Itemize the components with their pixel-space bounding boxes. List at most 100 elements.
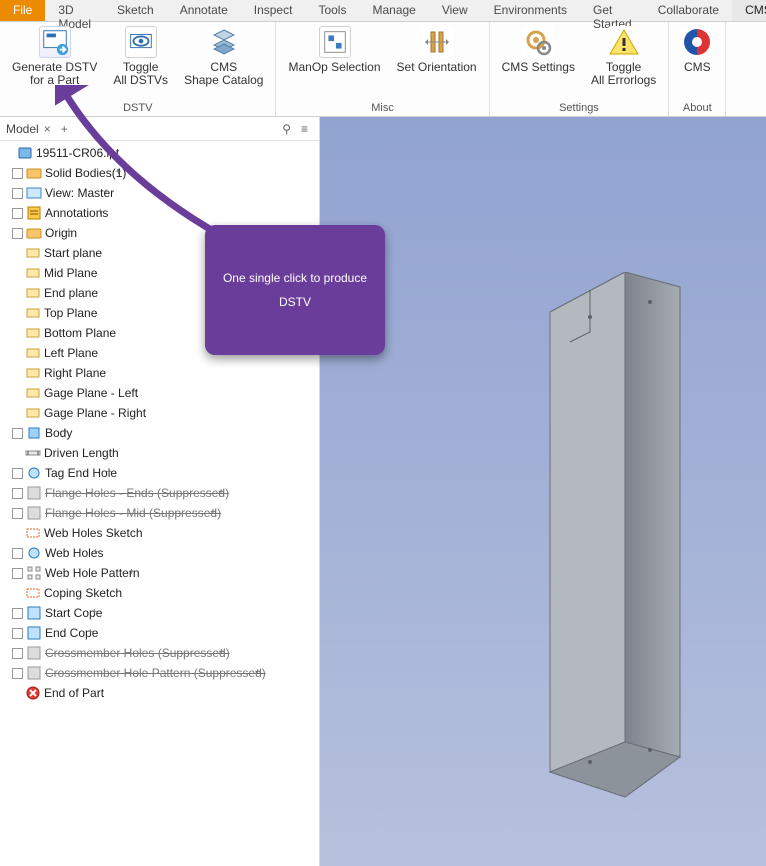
suppressed-icon xyxy=(26,505,42,521)
tree-node-label: Gage Plane - Left xyxy=(44,386,138,400)
model-browser-header: Model × + ⚲ ≡ xyxy=(0,117,319,141)
dstv-icon xyxy=(39,26,71,58)
tree-node[interactable]: Driven Length xyxy=(4,443,317,463)
cms-settings-button[interactable]: CMS Settings xyxy=(494,24,583,100)
tree-node[interactable]: Web Hole Pattern xyxy=(4,563,317,583)
search-icon[interactable]: ⚲ xyxy=(277,122,296,136)
tree-node[interactable]: Right Plane xyxy=(4,363,317,383)
tree-node-label: Driven Length xyxy=(44,446,119,460)
manop-button[interactable]: ManOp Selection xyxy=(280,24,388,100)
tree-node-label: Origin xyxy=(45,226,77,240)
ribbon-group-misc: ManOp Selection Set Orientation Misc xyxy=(276,22,489,116)
toggle-dstv-button-label2: All DSTVs xyxy=(113,74,168,87)
tree-root[interactable]: 19511-CR06.ipt xyxy=(4,143,317,163)
tree-node[interactable]: Annotations xyxy=(4,203,317,223)
annotations-icon xyxy=(26,205,42,221)
tree-node[interactable]: Flange Holes - Ends (Suppressed) xyxy=(4,483,317,503)
cms-about-button-label1: CMS xyxy=(684,61,711,74)
length-icon xyxy=(25,445,41,461)
tree-node-label: End plane xyxy=(44,286,98,300)
part-icon xyxy=(17,145,33,161)
callout-text: One single click to produce DSTV xyxy=(215,266,375,314)
tree-node-label: Flange Holes - Ends (Suppressed) xyxy=(45,486,229,500)
main-tabs: File 3D ModelSketchAnnotateInspectToolsM… xyxy=(0,0,766,22)
end-icon xyxy=(25,685,41,701)
tree-node-label: Web Holes xyxy=(45,546,103,560)
tree-node[interactable]: Web Holes Sketch xyxy=(4,523,317,543)
tree-node-label: End of Part xyxy=(44,686,104,700)
shape-catalog-icon xyxy=(208,26,240,58)
tab-tools[interactable]: Tools xyxy=(305,0,359,21)
tab-3d-model[interactable]: 3D Model xyxy=(45,0,104,21)
orient-button[interactable]: Set Orientation xyxy=(389,24,485,100)
tab-file[interactable]: File xyxy=(0,0,45,21)
tab-view[interactable]: View xyxy=(429,0,481,21)
tree-node[interactable]: View: Master xyxy=(4,183,317,203)
errorlog-button-label2: All Errorlogs xyxy=(591,74,656,87)
tree-node-label: Crossmember Hole Pattern (Suppressed) xyxy=(45,666,266,680)
tree-node[interactable]: Body xyxy=(4,423,317,443)
tree-node-label: Start plane xyxy=(44,246,102,260)
sketch-icon xyxy=(25,585,41,601)
tree-node-label: Top Plane xyxy=(44,306,97,320)
suppressed-icon xyxy=(26,645,42,661)
model-tab-close[interactable]: × xyxy=(39,122,56,136)
tree-node-label: Gage Plane - Right xyxy=(44,406,146,420)
generate-dstv-button[interactable]: Generate DSTVfor a Part xyxy=(4,24,105,100)
tree-node[interactable]: Web Holes xyxy=(4,543,317,563)
tree-node-label: View: Master xyxy=(45,186,114,200)
tree-node-label: Right Plane xyxy=(44,366,106,380)
tab-sketch[interactable]: Sketch xyxy=(104,0,167,21)
tab-inspect[interactable]: Inspect xyxy=(241,0,306,21)
tree-node[interactable]: Flange Holes - Mid (Suppressed) xyxy=(4,503,317,523)
ribbon-group-label: Misc xyxy=(280,100,484,116)
tree-node-label: Flange Holes - Mid (Suppressed) xyxy=(45,506,221,520)
ribbon-group-about: CMSAbout xyxy=(669,22,726,116)
toggle-dstv-button[interactable]: ToggleAll DSTVs xyxy=(105,24,176,100)
tree-node[interactable]: Coping Sketch xyxy=(4,583,317,603)
ribbon-group-label: Settings xyxy=(494,100,665,116)
model-browser-title: Model xyxy=(6,122,39,136)
tree-node[interactable]: Crossmember Hole Pattern (Suppressed) xyxy=(4,663,317,683)
plane-icon xyxy=(25,265,41,281)
tree-node-label: Tag End Hole xyxy=(45,466,117,480)
manop-button-label1: ManOp Selection xyxy=(288,61,380,74)
toggle-dstv-icon xyxy=(125,26,157,58)
tree-node-label: Left Plane xyxy=(44,346,98,360)
shape-catalog-button[interactable]: CMSShape Catalog xyxy=(176,24,271,100)
tab-manage[interactable]: Manage xyxy=(359,0,428,21)
tab-cms[interactable]: CMS xyxy=(732,0,766,21)
tree-node[interactable]: End Cope xyxy=(4,623,317,643)
tree-node-label: Coping Sketch xyxy=(44,586,122,600)
cms-about-button[interactable]: CMS xyxy=(673,24,721,100)
tab-get-started[interactable]: Get Started xyxy=(580,0,645,21)
tree-node[interactable]: End of Part xyxy=(4,683,317,703)
tree-node-label: Web Holes Sketch xyxy=(44,526,143,540)
plane-icon xyxy=(25,325,41,341)
filter-icon[interactable]: ≡ xyxy=(296,122,313,136)
tree-node-label: Web Hole Pattern xyxy=(45,566,140,580)
tree-node-label: Start Cope xyxy=(45,606,102,620)
orient-button-label1: Set Orientation xyxy=(397,61,477,74)
tab-annotate[interactable]: Annotate xyxy=(167,0,241,21)
tree-node-label: End Cope xyxy=(45,626,98,640)
tree-node[interactable]: Solid Bodies(1) xyxy=(4,163,317,183)
model-tab-add[interactable]: + xyxy=(56,122,73,136)
tree-node[interactable]: Gage Plane - Right xyxy=(4,403,317,423)
tree-node[interactable]: Start Cope xyxy=(4,603,317,623)
cms-icon xyxy=(681,26,713,58)
beam-model xyxy=(530,272,700,812)
errorlog-button[interactable]: ToggleAll Errorlogs xyxy=(583,24,664,100)
tree-node[interactable]: Crossmember Holes (Suppressed) xyxy=(4,643,317,663)
tab-environments[interactable]: Environments xyxy=(481,0,580,21)
tab-collaborate[interactable]: Collaborate xyxy=(645,0,732,21)
tree-node[interactable]: Gage Plane - Left xyxy=(4,383,317,403)
viewport-3d[interactable] xyxy=(320,117,766,866)
plane-icon xyxy=(25,305,41,321)
shape-catalog-button-label2: Shape Catalog xyxy=(184,74,263,87)
plane-icon xyxy=(25,345,41,361)
folder-icon xyxy=(26,165,42,181)
sketch-icon xyxy=(25,525,41,541)
view-icon xyxy=(26,185,42,201)
tree-node[interactable]: Tag End Hole xyxy=(4,463,317,483)
